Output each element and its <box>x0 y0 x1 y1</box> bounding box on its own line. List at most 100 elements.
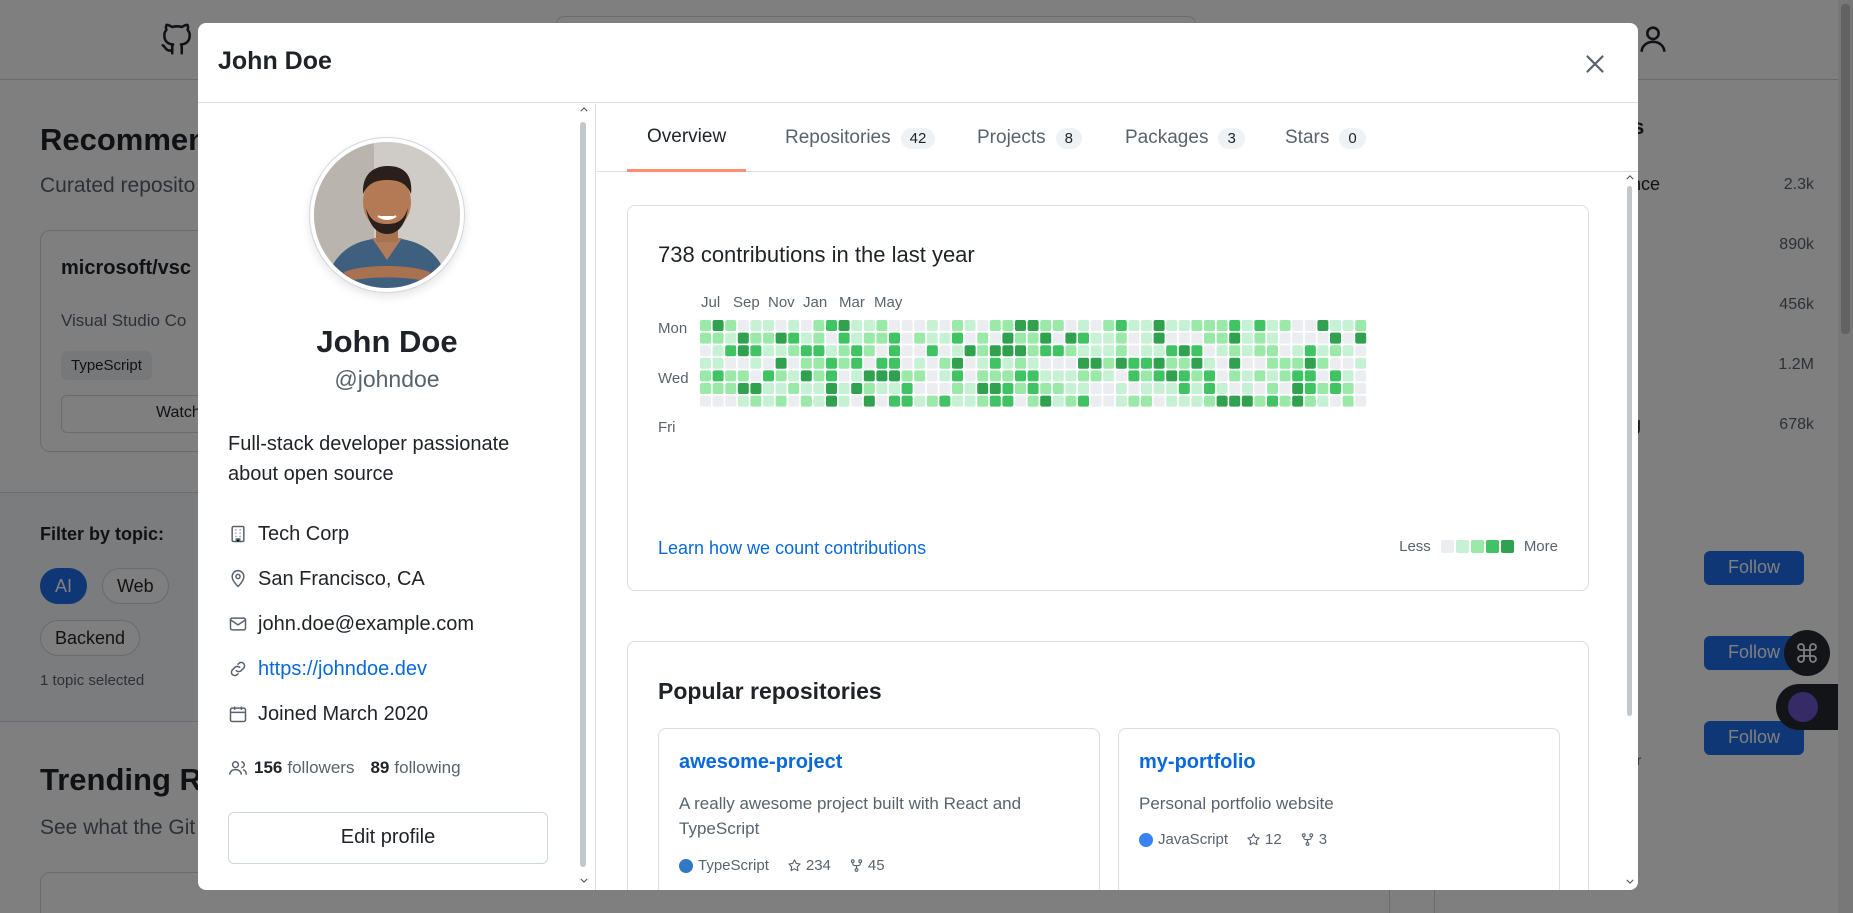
contribution-cell[interactable] <box>826 320 837 331</box>
contribution-cell[interactable] <box>901 345 913 357</box>
contribution-cell[interactable] <box>1065 332 1077 344</box>
following-label[interactable]: following <box>394 758 460 778</box>
contribution-cell[interactable] <box>838 383 850 394</box>
contribution-cell[interactable] <box>1241 345 1253 357</box>
contribution-cell[interactable] <box>826 395 837 407</box>
contribution-cell[interactable] <box>914 320 926 331</box>
contribution-cell[interactable] <box>876 332 888 344</box>
contribution-cell[interactable] <box>901 332 913 344</box>
contribution-cell[interactable] <box>1078 383 1089 394</box>
contribution-cell[interactable] <box>1216 345 1228 357</box>
contribution-cell[interactable] <box>1241 395 1253 407</box>
contribution-cell[interactable] <box>700 332 711 344</box>
contribution-cell[interactable] <box>1330 357 1341 369</box>
followers-label[interactable]: followers <box>287 758 354 778</box>
contribution-cell[interactable] <box>889 345 900 357</box>
contribution-cell[interactable] <box>800 332 812 344</box>
contribution-cell[interactable] <box>1141 383 1152 394</box>
contribution-cell[interactable] <box>977 383 989 394</box>
contribution-cell[interactable] <box>750 332 762 344</box>
contribution-cell[interactable] <box>1090 383 1102 394</box>
contribution-cell[interactable] <box>1229 345 1241 357</box>
contribution-cell[interactable] <box>901 320 913 331</box>
contribution-cell[interactable] <box>1040 345 1052 357</box>
followers-count[interactable]: 156 <box>254 758 282 778</box>
contribution-cell[interactable] <box>977 370 989 382</box>
contribution-cell[interactable] <box>1065 320 1077 331</box>
contribution-cell[interactable] <box>964 395 976 407</box>
contribution-cell[interactable] <box>763 320 774 331</box>
tab-repositories[interactable]: Repositories 42 <box>765 104 955 172</box>
contribution-cell[interactable] <box>800 383 812 394</box>
main-scrollbar-thumb[interactable] <box>1627 186 1632 716</box>
contribution-cell[interactable] <box>1141 320 1152 331</box>
contribution-cell[interactable] <box>876 320 888 331</box>
contribution-cell[interactable] <box>926 345 938 357</box>
repo-forks[interactable]: 3 <box>1319 831 1327 848</box>
contribution-cell[interactable] <box>1292 395 1304 407</box>
tab-packages[interactable]: Packages 3 <box>1105 104 1265 172</box>
contribution-cell[interactable] <box>1355 332 1367 344</box>
contribution-cell[interactable] <box>1027 320 1039 331</box>
contribution-cell[interactable] <box>1292 383 1304 394</box>
contribution-cell[interactable] <box>1191 395 1203 407</box>
contribution-cell[interactable] <box>813 345 825 357</box>
contribution-cell[interactable] <box>725 320 737 331</box>
contribution-cell[interactable] <box>1090 395 1102 407</box>
contribution-cell[interactable] <box>1279 383 1291 394</box>
contribution-cell[interactable] <box>1191 370 1203 382</box>
contribution-cell[interactable] <box>1279 345 1291 357</box>
contribution-cell[interactable] <box>851 370 863 382</box>
contribution-cell[interactable] <box>750 345 762 357</box>
contribution-cell[interactable] <box>1267 395 1278 407</box>
contribution-cell[interactable] <box>1267 370 1278 382</box>
sidebar-scrollbar[interactable] <box>578 104 590 890</box>
contribution-cell[interactable] <box>826 345 837 357</box>
contribution-cell[interactable] <box>838 320 850 331</box>
contribution-cell[interactable] <box>989 370 1001 382</box>
contribution-cell[interactable] <box>813 383 825 394</box>
contribution-cell[interactable] <box>1128 357 1140 369</box>
contribution-cell[interactable] <box>901 383 913 394</box>
contribution-cell[interactable] <box>1178 370 1190 382</box>
contribution-cell[interactable] <box>1128 395 1140 407</box>
contribution-cell[interactable] <box>725 370 737 382</box>
email-text[interactable]: john.doe@example.com <box>258 613 474 636</box>
contribution-cell[interactable] <box>1342 370 1354 382</box>
contribution-cell[interactable] <box>700 357 711 369</box>
tab-overview[interactable]: Overview <box>627 104 747 172</box>
contribution-cell[interactable] <box>725 345 737 357</box>
contribution-cell[interactable] <box>939 345 951 357</box>
contribution-cell[interactable] <box>939 357 951 369</box>
contribution-cell[interactable] <box>1304 345 1316 357</box>
contribution-cell[interactable] <box>876 395 888 407</box>
contribution-cell[interactable] <box>989 332 1001 344</box>
contribution-cell[interactable] <box>1040 332 1052 344</box>
contribution-cell[interactable] <box>1052 383 1064 394</box>
contribution-cell[interactable] <box>1141 395 1152 407</box>
contribution-cell[interactable] <box>838 332 850 344</box>
contribution-cell[interactable] <box>1241 332 1253 344</box>
contribution-cell[interactable] <box>1052 357 1064 369</box>
contribution-cell[interactable] <box>1304 320 1316 331</box>
contribution-cell[interactable] <box>977 320 989 331</box>
contribution-cell[interactable] <box>914 357 926 369</box>
contribution-cell[interactable] <box>964 383 976 394</box>
contribution-cell[interactable] <box>1292 332 1304 344</box>
contribution-cell[interactable] <box>977 345 989 357</box>
contribution-cell[interactable] <box>750 320 762 331</box>
contribution-cell[interactable] <box>700 370 711 382</box>
contribution-cell[interactable] <box>989 320 1001 331</box>
contribution-cell[interactable] <box>750 370 762 382</box>
contribution-cell[interactable] <box>1015 332 1026 344</box>
contribution-cell[interactable] <box>1355 357 1367 369</box>
contribution-cell[interactable] <box>1254 395 1266 407</box>
contribution-cell[interactable] <box>1090 357 1102 369</box>
contribution-cell[interactable] <box>1342 357 1354 369</box>
contribution-cell[interactable] <box>1330 332 1341 344</box>
contribution-cell[interactable] <box>1304 395 1316 407</box>
contribution-cell[interactable] <box>977 357 989 369</box>
contribution-cell[interactable] <box>1153 357 1165 369</box>
contribution-cell[interactable] <box>1304 370 1316 382</box>
contribution-cell[interactable] <box>1078 395 1089 407</box>
